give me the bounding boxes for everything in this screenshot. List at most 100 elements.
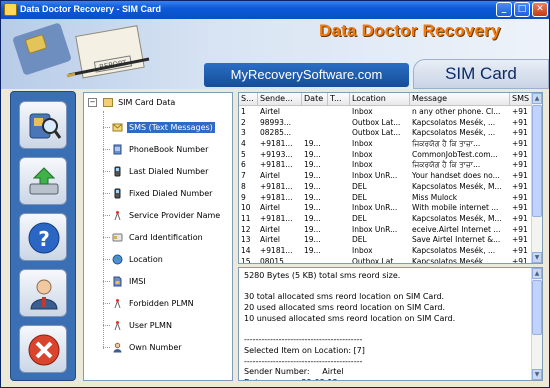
sidebar-about-button[interactable]	[19, 269, 67, 317]
sidebar-save-button[interactable]	[19, 157, 67, 205]
table-cell: 19...	[304, 224, 321, 234]
column-header[interactable]: T...	[328, 93, 350, 106]
detail-line: Date: 29-03-12	[244, 378, 529, 380]
column-header[interactable]: Location	[350, 93, 410, 106]
detail-line: ----------------------------------------…	[244, 335, 363, 345]
column-header[interactable]: Message	[410, 93, 510, 106]
table-row[interactable]: 2 98993... Outbox Lat... Kapcsolatos Mesék,…	[239, 118, 532, 129]
detail-line: 30 total allocated sms reord location on…	[244, 292, 445, 302]
table-row[interactable]: 8 +9181... 19... DEL Kapcsolatos Mesék, M...…	[239, 182, 532, 193]
table-row[interactable]: 3 08285... Outbox Lat... Kapcsolatos Mesék,…	[239, 128, 532, 139]
table-cell	[328, 160, 350, 171]
table-row[interactable]: 12 Airtel 19... Inbox UnR... eceive.Airtel I…	[239, 225, 532, 236]
table-cell	[302, 128, 328, 139]
table-cell: 19...	[304, 245, 321, 255]
close-button[interactable]: ✕	[532, 2, 548, 17]
tree-item-service-provider[interactable]: Service Provider Name	[103, 207, 222, 223]
sidebar-exit-button[interactable]	[19, 325, 67, 373]
tree-item-sms[interactable]: SMS (Text Messages)	[103, 119, 215, 135]
table-cell: Outbox Lat...	[352, 128, 401, 138]
table-cell: n any other phone. Cl...	[412, 107, 501, 116]
table-cell: Inbox	[352, 160, 373, 170]
help-icon: ?	[28, 222, 60, 254]
tree-collapse-toggle[interactable]: −	[88, 98, 97, 107]
table-cell: 19...	[304, 160, 321, 170]
table-cell: +91	[512, 160, 528, 170]
column-header[interactable]: S...	[239, 93, 258, 106]
tree-root-node[interactable]: − SIM Card Data	[88, 98, 175, 110]
tree-item-location[interactable]: Location	[103, 251, 165, 267]
table-header: S... Sende... Date T... Location Message…	[239, 93, 532, 106]
tree-item-user-plmn[interactable]: User PLMN	[103, 317, 174, 333]
sidebar-help-button[interactable]: ?	[19, 213, 67, 261]
sidebar-search-button[interactable]	[19, 101, 67, 149]
tree-item-imsi[interactable]: IMSI	[103, 273, 148, 289]
table-cell	[302, 118, 328, 129]
table-row[interactable]: 15 08015... Outbox Lat... Kapcsolatos Mesék…	[239, 256, 532, 264]
table-cell	[302, 257, 328, 263]
table-cell: 5	[241, 149, 246, 159]
scroll-thumb[interactable]	[532, 105, 542, 217]
table-row[interactable]: 7 Airtel 19... Inbox UnR... Your handset doe…	[239, 171, 532, 182]
maximize-button[interactable]: □	[514, 2, 530, 17]
scroll-up-icon[interactable]: ▲	[532, 268, 542, 279]
tree-item-last-dialed[interactable]: Last Dialed Number	[103, 163, 210, 179]
table-cell	[328, 128, 350, 139]
save-drive-icon	[29, 167, 59, 195]
table-cell: 9	[241, 192, 246, 202]
table-row[interactable]: 1 Airtel Inbox n any other phone. Cl... +91	[239, 107, 532, 118]
table-cell: 2	[241, 117, 246, 127]
tree-item-label: Fixed Dialed Number	[129, 188, 213, 198]
column-header[interactable]: Date	[302, 93, 328, 106]
title-bar[interactable]: Data Doctor Recovery - SIM Card _ □ ✕	[1, 1, 549, 19]
tree-item-label: SMS (Text Messages)	[127, 121, 215, 133]
tree-item-label: IMSI	[129, 276, 146, 286]
table-row[interactable]: 9 +9181... 19... DEL Miss Mulock +91	[239, 193, 532, 204]
table-cell: Inbox UnR...	[352, 224, 398, 234]
minimize-button[interactable]: _	[496, 2, 512, 17]
tree-item-fixed-dialed[interactable]: Fixed Dialed Number	[103, 185, 214, 201]
table-row[interactable]: 11 +9181... 19... DEL Kapcsolatos Mesék, M..…	[239, 214, 532, 225]
table-cell: Airtel	[260, 107, 280, 116]
table-cell: +91	[512, 117, 528, 127]
sms-detail-pane[interactable]: 5280 Bytes (5 KB) total sms reord size. 3…	[238, 267, 543, 381]
detail-scrollbar[interactable]: ▲ ▼	[531, 268, 542, 380]
table-row[interactable]: 5 +9193... 19... Inbox CommonJobTest.com... +…	[239, 150, 532, 161]
column-header[interactable]: SMS	[510, 93, 532, 106]
sim-icon	[113, 276, 122, 286]
table-cell: Save Airtel Internet &...	[412, 235, 501, 245]
table-cell: +91	[512, 213, 528, 223]
table-cell: Kapcsolatos Mesék, ...	[412, 245, 496, 255]
tree-item-card-id[interactable]: Card Identification	[103, 229, 205, 245]
table-cell: Inbox	[352, 149, 373, 159]
table-cell	[328, 225, 350, 236]
table-cell	[328, 150, 350, 161]
scroll-thumb[interactable]	[532, 280, 542, 335]
table-cell: Kapcsolatos Mesék, M...	[412, 181, 502, 191]
table-row[interactable]: 13 Airtel 19... DEL Save Airtel Internet &..…	[239, 235, 532, 246]
tree-item-own-number[interactable]: Own Number	[103, 339, 184, 355]
table-cell: +9181...	[260, 160, 293, 170]
website-link[interactable]: MyRecoverySoftware.com	[204, 63, 409, 87]
table-cell: +91	[512, 128, 528, 138]
scroll-down-icon[interactable]: ▼	[532, 369, 542, 380]
table-cell: Kapcsolatos Mesék, ...	[412, 128, 496, 138]
table-cell: Kapcsolatos Mesék, ...	[412, 256, 496, 264]
scroll-down-icon[interactable]: ▼	[532, 252, 542, 263]
table-cell	[328, 257, 350, 263]
table-cell: 10	[241, 203, 251, 213]
table-row[interactable]: 14 +9181... 19... Inbox Kapcsolatos Mesék, .…	[239, 246, 532, 257]
scroll-up-icon[interactable]: ▲	[532, 93, 542, 104]
table-row[interactable]: 6 +9181... 19... Inbox ਜਿਕਰਯੋਗ ਹੈ ਕਿ ਤਾਜ਼ਾ..…	[239, 160, 532, 171]
table-row[interactable]: 10 Airtel 19... Inbox UnR... With mobile int…	[239, 203, 532, 214]
tree-item-phonebook[interactable]: PhoneBook Number	[103, 141, 210, 157]
table-cell: With mobile internet ...	[412, 203, 499, 213]
detail-line: 5280 Bytes (5 KB) total sms reord size.	[244, 271, 401, 280]
table-cell: Kapcsolatos Mesék, ...	[412, 117, 496, 127]
table-row[interactable]: 4 +9181... 19... Inbox ਜਿਕਰਯੋਗ ਹੈ ਕਿ ਤਾਜ਼ਾ..…	[239, 139, 532, 150]
table-cell: 19...	[304, 171, 321, 181]
column-header[interactable]: Sende...	[258, 93, 302, 106]
table-cell: DEL	[352, 213, 367, 223]
tree-item-forbidden-plmn[interactable]: Forbidden PLMN	[103, 295, 196, 311]
table-scrollbar[interactable]: ▲ ▼	[531, 93, 542, 263]
